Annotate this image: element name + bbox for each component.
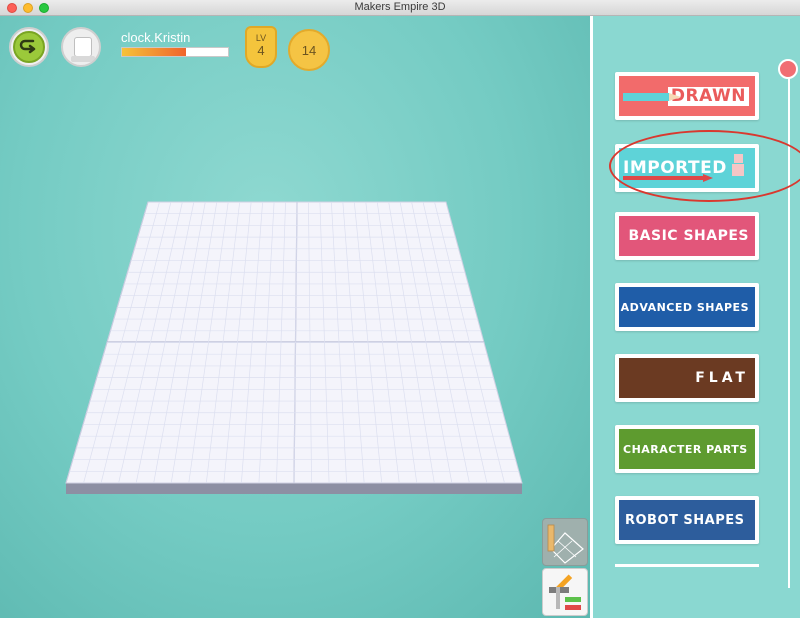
build-plate[interactable] [60,198,530,498]
window-title: Makers Empire 3D [354,1,446,13]
shape-categories-panel: DRAWN IMPORTED BASIC SHAPES ADVANCED SHA… [590,16,800,618]
pencil-icon [623,93,681,101]
imported-banner-art: IMPORTED [619,148,755,188]
category-drawn[interactable]: DRAWN [615,72,759,120]
category-basic-shapes[interactable]: BASIC SHAPES [615,212,759,260]
title-bar: Makers Empire 3D [0,0,800,16]
category-label: ROBOT SHAPES [625,512,745,528]
panel-divider [615,564,759,567]
panel-scrollbar-thumb[interactable] [778,59,798,79]
advanced-shapes-banner-art: ADVANCED SHAPES [619,287,755,327]
level-value: 4 [257,43,265,58]
category-flat[interactable]: FLAT [615,354,759,402]
arrow-icon [623,174,713,182]
avatar-base [71,56,95,62]
category-label: BASIC SHAPES [628,228,749,244]
flat-banner-art: FLAT [619,358,755,398]
robot-shapes-banner-art: ROBOT SHAPES [619,500,755,540]
category-imported[interactable]: IMPORTED [609,130,800,202]
avatar-figure-icon [74,37,92,57]
level-label: LV [255,33,267,43]
character-parts-banner-art: CHARACTER PARTS [619,429,755,469]
category-robot-shapes[interactable]: ROBOT SHAPES [615,496,759,544]
avatar[interactable] [61,27,101,67]
level-badge: LV 4 [245,26,277,68]
back-arrow-icon [13,31,45,63]
pencil-hammer-screwdriver-icon [549,574,581,610]
figure-icon [732,154,744,176]
category-advanced-shapes[interactable]: ADVANCED SHAPES [615,283,759,331]
edit-tools-button[interactable] [542,568,588,616]
grid-tool-button[interactable] [542,518,588,566]
basic-shapes-banner-art: BASIC SHAPES [619,216,755,256]
xp-progress-fill [122,48,186,56]
category-character-parts[interactable]: CHARACTER PARTS [615,425,759,473]
grid-ruler-icon [547,524,584,564]
panel-scrollbar-track[interactable] [788,68,790,588]
category-label: ADVANCED SHAPES [620,300,749,314]
coin-count: 14 [301,42,317,58]
xp-progress-bar [121,47,229,57]
back-button[interactable] [9,27,49,67]
username-label: clock.Kristin [121,30,191,45]
category-label: CHARACTER PARTS [623,442,748,456]
coin-counter: 14 [288,29,330,71]
drawn-banner-art: DRAWN [619,76,755,116]
category-label: FLAT [695,370,749,386]
